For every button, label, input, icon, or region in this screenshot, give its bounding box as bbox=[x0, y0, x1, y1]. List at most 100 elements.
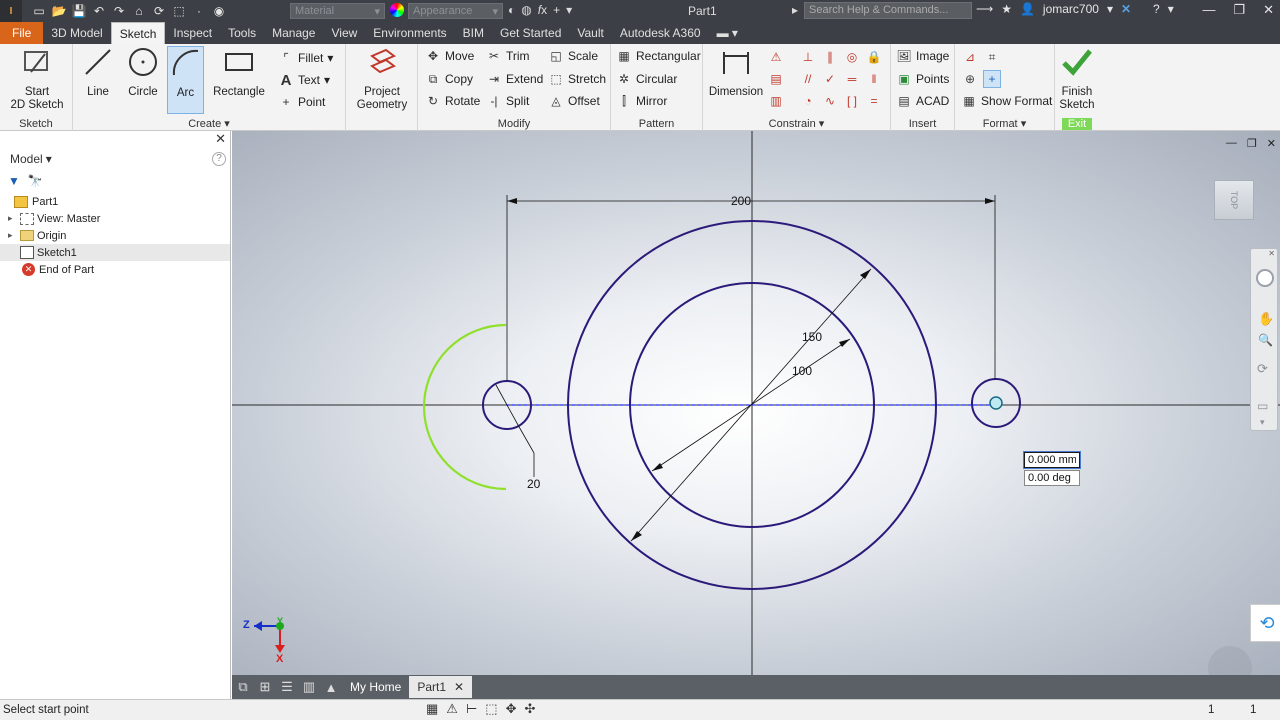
tab-manage[interactable]: Manage bbox=[264, 22, 323, 44]
extend-button[interactable]: ⇥ Extend bbox=[486, 69, 543, 89]
tab-tools[interactable]: Tools bbox=[220, 22, 264, 44]
tile-windows-icon[interactable]: ⊞ bbox=[254, 676, 276, 698]
constrain-panel-label[interactable]: Constrain ▾ bbox=[703, 117, 890, 130]
move-button[interactable]: ✥ Move bbox=[425, 46, 474, 66]
tab-sketch[interactable]: Sketch bbox=[110, 22, 166, 44]
grid-icon[interactable]: ▦ bbox=[426, 701, 438, 717]
select-icon[interactable]: ⬚ bbox=[170, 4, 188, 18]
close-icon[interactable]: ✕ bbox=[1268, 249, 1275, 258]
undo-icon[interactable]: ↶ bbox=[90, 4, 108, 18]
create-panel-label[interactable]: Create ▾ bbox=[73, 117, 345, 130]
chevron-down-icon[interactable]: ▾ bbox=[1168, 2, 1174, 16]
browser-title[interactable]: Model bbox=[10, 152, 43, 166]
expand-icon[interactable]: ▸ bbox=[8, 230, 20, 241]
zoom-icon[interactable]: 🔍 bbox=[1258, 333, 1273, 347]
new-icon[interactable]: ▭ bbox=[30, 4, 48, 18]
array-constraint-icon[interactable]: ▥ bbox=[767, 92, 785, 110]
tree-item-part1[interactable]: Part1 bbox=[0, 193, 230, 210]
graphics-window[interactable]: 200 150 100 20 Z Y X — ❐ ✕ TOP ⟲ bbox=[232, 131, 1280, 675]
cascade-windows-icon[interactable]: ⧉ bbox=[232, 676, 254, 698]
tab-autodesk-a360[interactable]: Autodesk A360 bbox=[612, 22, 709, 44]
minimize-icon[interactable]: — bbox=[1226, 137, 1237, 150]
smooth-icon[interactable]: ∿ bbox=[821, 92, 839, 110]
pan-icon[interactable]: ✋ bbox=[1258, 311, 1274, 327]
view-cube[interactable]: TOP bbox=[1214, 180, 1254, 220]
offset-button[interactable]: ◬ Offset bbox=[548, 91, 599, 111]
coincident-icon[interactable]: ✓ bbox=[821, 70, 839, 88]
start-2d-sketch-button[interactable]: Start 2D Sketch bbox=[6, 46, 68, 112]
perpendicular-icon[interactable]: ⊥ bbox=[799, 48, 817, 66]
tile-vertical-icon[interactable]: ▥ bbox=[298, 676, 320, 698]
material-dropdown[interactable]: Material ▾ bbox=[290, 3, 385, 19]
show-dimensions-icon[interactable]: ⊢ bbox=[466, 701, 477, 717]
user-name[interactable]: jomarc700 bbox=[1043, 2, 1099, 16]
restore-icon[interactable]: ❐ bbox=[1247, 137, 1257, 150]
tree-item-sketch1[interactable]: Sketch1 bbox=[0, 244, 230, 261]
app-logo[interactable]: I bbox=[0, 0, 22, 22]
concentric-icon[interactable]: ◎ bbox=[843, 48, 861, 66]
rectangle-button[interactable]: Rectangle bbox=[211, 46, 267, 99]
update-icon[interactable]: ⟳ bbox=[150, 4, 168, 18]
home-icon[interactable]: ⌂ bbox=[130, 4, 148, 18]
tab-my-home[interactable]: My Home bbox=[342, 676, 409, 698]
close-icon[interactable]: ✕ bbox=[215, 131, 226, 147]
search-input[interactable]: Search Help & Commands... bbox=[804, 2, 972, 19]
construction-icon[interactable]: ⊿ bbox=[961, 48, 979, 66]
dim-200-text[interactable]: 200 bbox=[731, 194, 751, 208]
equal-icon[interactable]: = bbox=[865, 92, 883, 110]
chevron-down-icon[interactable]: ▾ bbox=[46, 152, 52, 166]
close-icon[interactable]: ✕ bbox=[1267, 137, 1276, 150]
collinear-icon[interactable]: // bbox=[799, 70, 817, 88]
open-icon[interactable]: 📂 bbox=[50, 4, 68, 18]
show-constraints-icon[interactable]: ⚠ bbox=[446, 701, 458, 717]
tree-item-end-of-part[interactable]: ✕ End of Part bbox=[0, 261, 230, 278]
project-geometry-button[interactable]: Project Geometry bbox=[352, 46, 412, 112]
degrees-of-freedom-icon[interactable]: ⬚ bbox=[485, 701, 497, 717]
acad-button[interactable]: ▤ ACAD bbox=[896, 91, 949, 111]
dim-100-text[interactable]: 100 bbox=[792, 364, 812, 378]
tab-3d-model[interactable]: 3D Model bbox=[43, 22, 110, 44]
appearance-dropdown[interactable]: Appearance ▾ bbox=[408, 3, 503, 19]
more-icon[interactable]: ▾ bbox=[566, 3, 572, 17]
restore-icon[interactable]: ❐ bbox=[1233, 2, 1245, 18]
tab-inspect[interactable]: Inspect bbox=[165, 22, 220, 44]
show-format-button[interactable]: ▦ Show Format bbox=[961, 91, 1052, 111]
text-button[interactable]: A Text ▾ bbox=[278, 70, 330, 90]
exchange-icon[interactable]: ✕ bbox=[1121, 2, 1131, 16]
split-button[interactable]: -| Split bbox=[486, 91, 529, 111]
tab-environments[interactable]: Environments bbox=[365, 22, 454, 44]
redo-icon[interactable]: ↷ bbox=[110, 4, 128, 18]
fx-icon[interactable]: fx bbox=[538, 3, 547, 17]
fix-constraint-icon[interactable]: ⚠ bbox=[767, 48, 785, 66]
adjust-icon[interactable]: ◐ bbox=[508, 3, 515, 17]
steering-wheel-icon[interactable] bbox=[1256, 269, 1274, 287]
dim-20-text[interactable]: 20 bbox=[527, 477, 540, 491]
relax-mode-icon[interactable]: ✥ bbox=[506, 701, 517, 717]
tab-menu-icon[interactable]: ▲ bbox=[320, 676, 342, 698]
ribbon-options-icon[interactable]: ▬ ▾ bbox=[709, 22, 746, 44]
center-point-icon[interactable]: ⊕ bbox=[961, 70, 979, 88]
scale-button[interactable]: ◱ Scale bbox=[548, 46, 598, 66]
inference-icon[interactable]: ✣ bbox=[524, 701, 535, 717]
points-button[interactable]: ▣ Points bbox=[896, 69, 949, 89]
lock-icon[interactable]: 🔒 bbox=[865, 48, 883, 66]
chevron-down-icon[interactable]: ▾ bbox=[1107, 2, 1113, 16]
search-go-icon[interactable]: ⟶ bbox=[976, 2, 993, 16]
tab-part1[interactable]: Part1 ✕ bbox=[409, 676, 473, 698]
view-face-icon[interactable]: ▭ bbox=[1257, 399, 1268, 413]
circular-pattern-button[interactable]: ✲ Circular bbox=[616, 69, 677, 89]
minimize-icon[interactable]: — bbox=[1202, 2, 1215, 18]
symmetric-icon[interactable]: [ ] bbox=[843, 92, 861, 110]
close-icon[interactable]: ✕ bbox=[1263, 2, 1274, 18]
image-button[interactable]: 🖼 Image bbox=[896, 46, 949, 66]
appearance-globe-icon[interactable]: ◉ bbox=[210, 4, 228, 18]
fillet-button[interactable]: ⌜ Fillet ▾ bbox=[278, 48, 333, 68]
copy-button[interactable]: ⧉ Copy bbox=[425, 69, 473, 89]
tab-vault[interactable]: Vault bbox=[569, 22, 611, 44]
tile-horizontal-icon[interactable]: ☰ bbox=[276, 676, 298, 698]
horizontal-icon[interactable]: ═ bbox=[843, 70, 861, 88]
driven-dimension-icon[interactable]: + bbox=[983, 70, 1001, 88]
user-icon[interactable]: 👤 bbox=[1020, 2, 1035, 16]
arc-button[interactable]: Arc bbox=[167, 46, 204, 114]
color-wheel-icon[interactable] bbox=[390, 3, 404, 17]
